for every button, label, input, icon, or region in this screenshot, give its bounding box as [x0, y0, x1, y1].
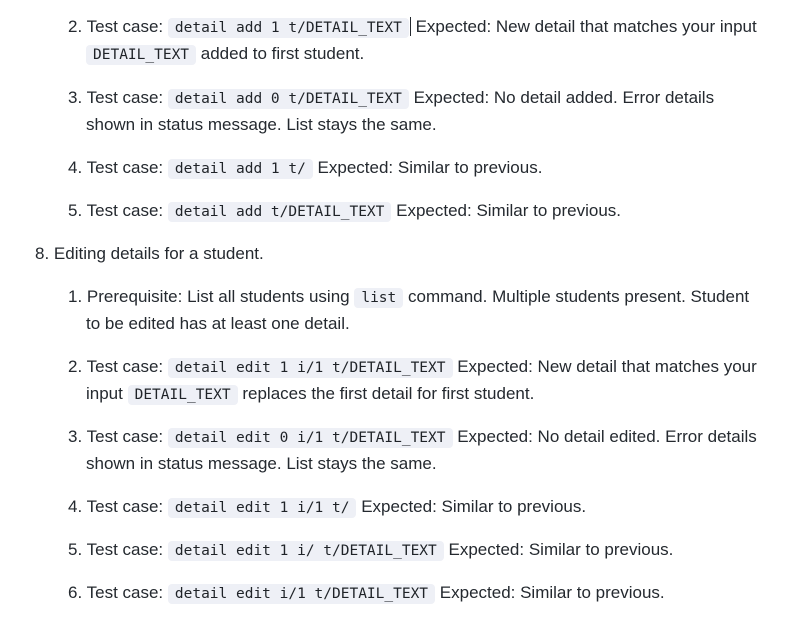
inline-code: detail edit 1 i/1 t/DETAIL_TEXT [167, 358, 453, 378]
item-text: Expected: Similar to previous. [391, 201, 621, 220]
item-text: Test case: [86, 357, 168, 376]
inline-code: detail add 1 t/DETAIL_TEXT [167, 18, 409, 38]
document-page: 2. Test case: detail add 1 t/DETAIL_TEXT… [0, 0, 808, 626]
item-number: 5. [68, 201, 83, 220]
list-item: 3. Test case: detail add 0 t/DETAIL_TEXT… [68, 87, 714, 110]
inline-code: detail add 1 t/ [167, 159, 313, 179]
item-text: replaces the first detail for first stud… [237, 384, 535, 403]
inline-code: detail edit 1 i/ t/DETAIL_TEXT [167, 541, 444, 561]
list-item: 2. Test case: detail edit 1 i/1 t/DETAIL… [68, 356, 757, 379]
item-number: 5. [68, 540, 83, 559]
item-number: 1. [68, 287, 83, 306]
list-item: 4. Test case: detail add 1 t/ Expected: … [68, 157, 542, 180]
list-item: 4. Test case: detail edit 1 i/1 t/ Expec… [68, 496, 586, 519]
list-item: 5. Test case: detail edit 1 i/ t/DETAIL_… [68, 539, 673, 562]
item-number: 4. [68, 497, 83, 516]
item-text: Test case: [86, 583, 168, 602]
item-text: Test case: [86, 88, 168, 107]
item-number: 3. [68, 88, 83, 107]
item-number: 2. [68, 17, 83, 36]
list-item-section: 8. Editing details for a student. [35, 243, 264, 265]
item-text: Test case: [86, 497, 168, 516]
item-text: Test case: [86, 17, 168, 36]
inline-code: detail add 0 t/DETAIL_TEXT [167, 89, 409, 109]
list-item: 3. Test case: detail edit 0 i/1 t/DETAIL… [68, 426, 757, 449]
inline-code: DETAIL_TEXT [127, 385, 238, 405]
item-text: Test case: [86, 427, 168, 446]
item-number: 3. [68, 427, 83, 446]
item-text: Expected: Similar to previous. [356, 497, 587, 516]
inline-code: detail edit 0 i/1 t/DETAIL_TEXT [167, 428, 453, 448]
item-text: Test case: [86, 201, 168, 220]
item-number: 6. [68, 583, 83, 602]
inline-code: detail edit 1 i/1 t/ [167, 498, 357, 518]
item-text: Editing details for a student. [53, 244, 264, 263]
list-item-continuation: DETAIL_TEXT added to first student. [86, 43, 364, 66]
item-text: Expected: Similar to previous. [312, 158, 543, 177]
item-number: 8. [35, 244, 50, 263]
inline-code: detail edit i/1 t/DETAIL_TEXT [167, 584, 436, 604]
inline-code: list [354, 288, 404, 308]
inline-code: DETAIL_TEXT [86, 45, 197, 65]
item-text: Test case: [86, 540, 168, 559]
item-text: Expected: No detail edited. Error detail… [452, 427, 757, 446]
item-number: 4. [68, 158, 83, 177]
list-item-continuation: to be edited has at least one detail. [86, 313, 350, 335]
item-text: Expected: Similar to previous. [443, 540, 674, 559]
item-text: shown in status message. List stays the … [86, 454, 437, 473]
list-item: 5. Test case: detail add t/DETAIL_TEXT E… [68, 200, 621, 223]
item-text: Expected: New detail that matches your [452, 357, 757, 376]
item-text: Test case: [86, 158, 168, 177]
item-text: shown in status message. List stays the … [86, 115, 437, 134]
item-text: added to first student. [196, 44, 365, 63]
list-item-continuation: input DETAIL_TEXT replaces the first det… [86, 383, 534, 406]
list-item: 2. Test case: detail add 1 t/DETAIL_TEXT… [68, 16, 757, 39]
list-item-continuation: shown in status message. List stays the … [86, 453, 437, 475]
item-text: Expected: Similar to previous. [435, 583, 665, 602]
item-text: command. Multiple students present. Stud… [403, 287, 750, 306]
inline-code: detail add t/DETAIL_TEXT [167, 202, 392, 222]
list-item-continuation: shown in status message. List stays the … [86, 114, 437, 136]
item-text: Expected: New detail that matches your i… [410, 17, 757, 36]
item-text: Prerequisite: List all students using [86, 287, 355, 306]
item-text: input [86, 384, 128, 403]
list-item: 1. Prerequisite: List all students using… [68, 286, 749, 309]
list-item: 6. Test case: detail edit i/1 t/DETAIL_T… [68, 582, 665, 605]
item-number: 2. [68, 357, 83, 376]
item-text: Expected: No detail added. Error details [408, 88, 715, 107]
item-text: to be edited has at least one detail. [86, 314, 350, 333]
